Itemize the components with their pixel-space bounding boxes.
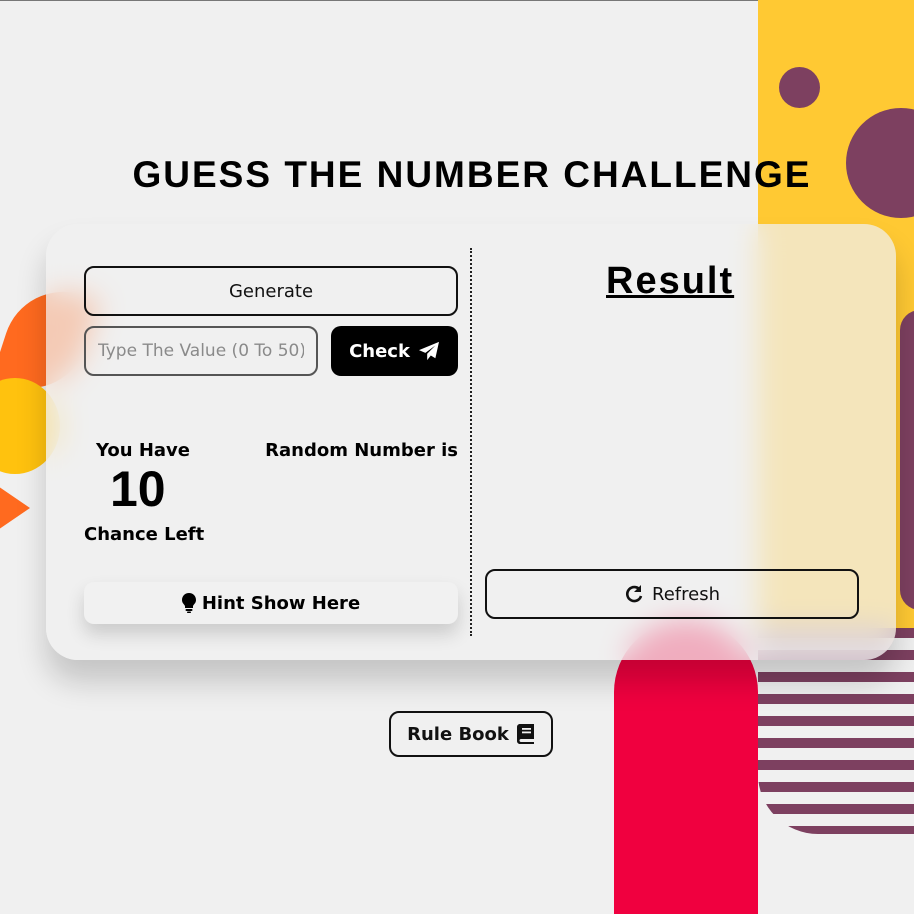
- random-number-label: Random Number is: [265, 440, 458, 461]
- generate-button[interactable]: Generate: [84, 266, 458, 316]
- page-title: GUESS THE NUMBER CHALLENGE: [132, 154, 812, 195]
- guess-input[interactable]: [84, 326, 318, 376]
- lightbulb-icon: [181, 593, 196, 613]
- refresh-icon: [624, 584, 644, 604]
- check-label: Check: [349, 340, 410, 362]
- hint-display: Hint Show Here: [84, 582, 458, 624]
- hint-label: Hint Show Here: [201, 592, 361, 614]
- book-icon: [516, 724, 535, 744]
- rule-book-label: Rule Book: [407, 723, 509, 745]
- refresh-button[interactable]: Refresh: [485, 569, 859, 619]
- you-have-label: You Have: [96, 440, 190, 461]
- small-purple-circle-decoration: [779, 67, 820, 108]
- result-title: Result: [606, 260, 735, 302]
- orange-wedge-decoration: [0, 478, 30, 538]
- check-button[interactable]: Check: [331, 326, 458, 376]
- refresh-label: Refresh: [652, 583, 720, 605]
- game-card: Generate Check You Have 10 Chance Left R…: [46, 224, 896, 660]
- column-divider: [470, 248, 472, 636]
- paper-plane-icon: [418, 341, 440, 361]
- red-arch-decoration: [614, 620, 758, 914]
- rule-book-button[interactable]: Rule Book: [389, 711, 553, 757]
- chances-count: 10: [110, 461, 166, 517]
- purple-pill-decoration: [900, 310, 914, 610]
- chance-left-label: Chance Left: [84, 524, 205, 545]
